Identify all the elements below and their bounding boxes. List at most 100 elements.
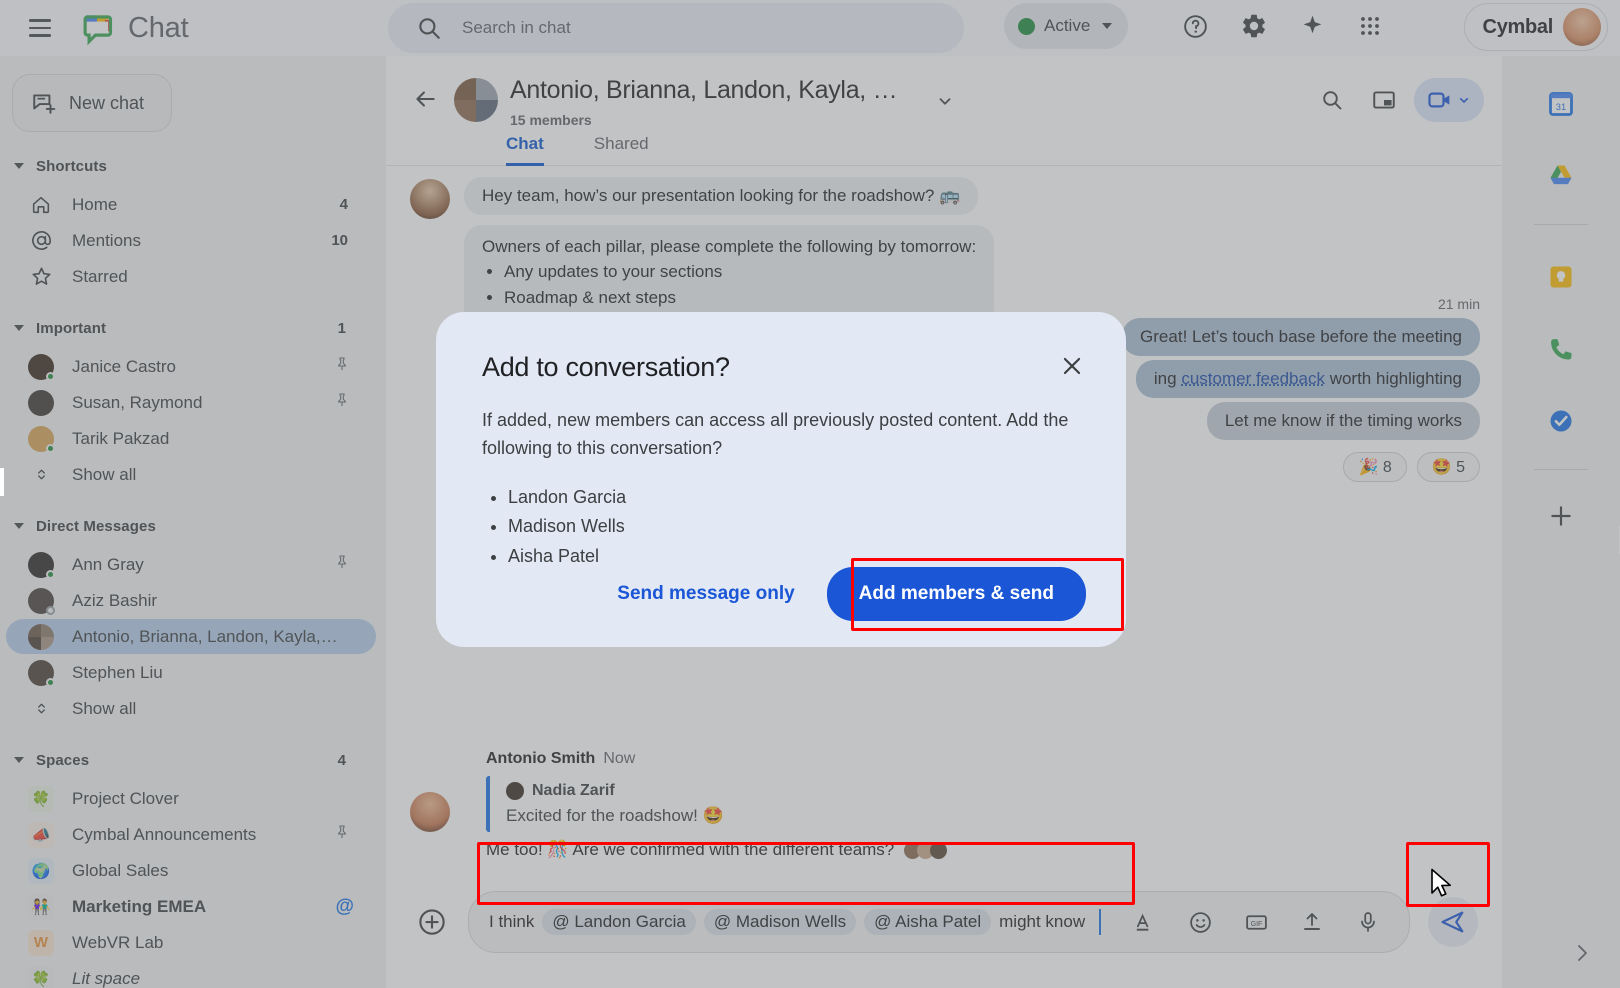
search-input[interactable]: Search in chat [388,3,964,53]
sidebar-item-aziz-bashir[interactable]: Aziz Bashir [6,583,376,618]
gemini-button[interactable] [1289,3,1335,49]
message-sender: Antonio Smith Now [486,750,1478,768]
emoji-button[interactable] [1185,907,1215,937]
sidebar-item-mentions[interactable]: Mentions 10 [6,223,376,258]
settings-button[interactable] [1231,3,1277,49]
conversation-tabs: Chat Shared [506,134,649,166]
message-bubble: Great! Let’s touch base before the meeti… [1122,318,1480,356]
section-title: Important [36,319,107,337]
conversation-title: Antonio, Brianna, Landon, Kayla, … [510,76,898,104]
google-tasks-button[interactable] [1539,399,1583,443]
reaction-chip[interactable]: 🤩 5 [1416,452,1480,482]
sidebar-item-ann-gray[interactable]: Ann Gray [6,547,376,582]
sidebar-show-all-important[interactable]: Show all [6,457,376,492]
dialog-body-text: If added, new members can access all pre… [482,410,1069,458]
google-calendar-button[interactable]: 31 [1539,82,1583,126]
add-attachment-button[interactable] [410,900,454,944]
sidebar-item-label: Mentions [72,230,141,250]
picture-in-picture-button[interactable] [1362,78,1406,122]
sidebar-item-tarik-pakzad[interactable]: Tarik Pakzad [6,421,376,456]
sidebar-item-starred[interactable]: Starred [6,259,376,294]
sidebar-item-susan-raymond[interactable]: Susan, Raymond [6,385,376,420]
send-message-only-button[interactable]: Send message only [611,573,800,615]
section-shortcuts[interactable]: Shortcuts [0,146,386,186]
expand-icon [28,462,54,488]
text-caret [1099,909,1102,935]
quoted-message[interactable]: Nadia Zarif Excited for the roadshow! 🤩 [486,776,1478,832]
add-apps-button[interactable] [1539,494,1583,538]
globe-icon: 🌍 [28,857,54,884]
svg-text:GIF: GIF [1250,920,1261,927]
mention-chip[interactable]: @ Aisha Patel [864,909,992,935]
gif-button[interactable]: GIF [1241,907,1271,937]
hamburger-menu-icon[interactable] [16,4,64,52]
back-button[interactable] [408,82,442,116]
tab-chat[interactable]: Chat [506,134,544,166]
sidebar-item-label: Show all [72,698,137,718]
avatar [28,389,54,416]
megaphone-icon: 📣 [28,821,54,848]
emoji-icon [1189,911,1211,933]
new-chat-button[interactable]: New chat [12,74,172,132]
search-in-conversation-button[interactable] [1310,78,1354,122]
sidebar-item-janice-castro[interactable]: Janice Castro [6,349,376,384]
status-active-button[interactable]: Active [1004,3,1129,49]
sidebar-item-label: Ann Gray [72,554,144,574]
section-spaces[interactable]: Spaces 4 [0,740,386,780]
chevron-right-icon [1578,945,1587,961]
microphone-button[interactable] [1353,907,1383,937]
expand-panel-button[interactable] [1570,941,1594,970]
reaction-chip[interactable]: 🎉 8 [1343,452,1407,482]
upload-button[interactable] [1297,907,1327,937]
top-app-bar: Chat Search in chat Active Cymbal [0,0,1620,56]
sidebar-item-marketing-emea[interactable]: 👫 Marketing EMEA @ [6,889,376,924]
help-button[interactable] [1172,3,1218,49]
sidebar-item-stephen-liu[interactable]: Stephen Liu [6,655,376,690]
mention-chip[interactable]: @ Landon Garcia [542,909,696,935]
close-dialog-button[interactable] [1052,346,1092,386]
section-important[interactable]: Important 1 [0,308,386,348]
sidebar-item-group-conversation[interactable]: Antonio, Brianna, Landon, Kayla, Jo... [6,619,376,654]
apps-grid-icon [1361,17,1379,35]
video-call-button[interactable] [1414,78,1484,122]
section-direct-messages[interactable]: Direct Messages [0,506,386,546]
google-voice-button[interactable] [1539,327,1583,371]
group-avatar [454,78,498,122]
star-icon [28,264,54,290]
reaction-count: 8 [1382,459,1392,476]
account-chip[interactable]: Cymbal [1463,3,1608,51]
message-input[interactable]: I think @ Landon Garcia @ Madison Wells … [468,891,1410,953]
sidebar-item-label: Lit space [72,968,141,988]
divider [1534,224,1588,225]
chevron-down-icon [14,325,24,331]
message-row: Me too! 🎊 Are we confirmed with the diff… [486,840,1478,860]
sidebar-item-home[interactable]: Home 4 [6,187,376,222]
customer-feedback-link[interactable]: customer feedback [1181,369,1325,388]
avatar [28,551,55,579]
add-members-send-button[interactable]: Add members & send [826,567,1086,621]
read-receipt-avatars [904,841,948,859]
quote-text: Excited for the roadshow! 🤩 [506,806,724,825]
google-drive-button[interactable] [1539,154,1583,198]
gif-icon: GIF [1245,914,1267,930]
sidebar-item-label: WebVR Lab [72,932,164,952]
badge-count: 10 [331,232,348,249]
sidebar-item-label: Marketing EMEA [72,896,207,916]
clover-icon: 🍀 [28,785,54,812]
group-avatar [28,623,54,650]
sidebar-item-project-clover[interactable]: 🍀 Project Clover [6,781,376,816]
sidebar-item-global-sales[interactable]: 🌍 Global Sales [6,853,376,888]
chevron-down-icon[interactable] [934,90,956,117]
sidebar-item-webvr-lab[interactable]: W WebVR Lab [6,925,376,960]
sidebar-item-label: Stephen Liu [72,662,163,682]
mention-chip[interactable]: @ Madison Wells [703,909,857,935]
sidebar-item-lit-space[interactable]: 🍀 Lit space [6,961,376,988]
tab-shared[interactable]: Shared [594,134,649,166]
sidebar-show-all-dm[interactable]: Show all [6,691,376,726]
google-apps-button[interactable] [1347,3,1393,49]
send-button[interactable] [1428,897,1478,947]
avatar[interactable] [1563,8,1601,46]
format-text-button[interactable] [1129,907,1159,937]
sidebar-item-cymbal-announcements[interactable]: 📣 Cymbal Announcements [6,817,376,852]
google-keep-button[interactable] [1539,255,1583,299]
